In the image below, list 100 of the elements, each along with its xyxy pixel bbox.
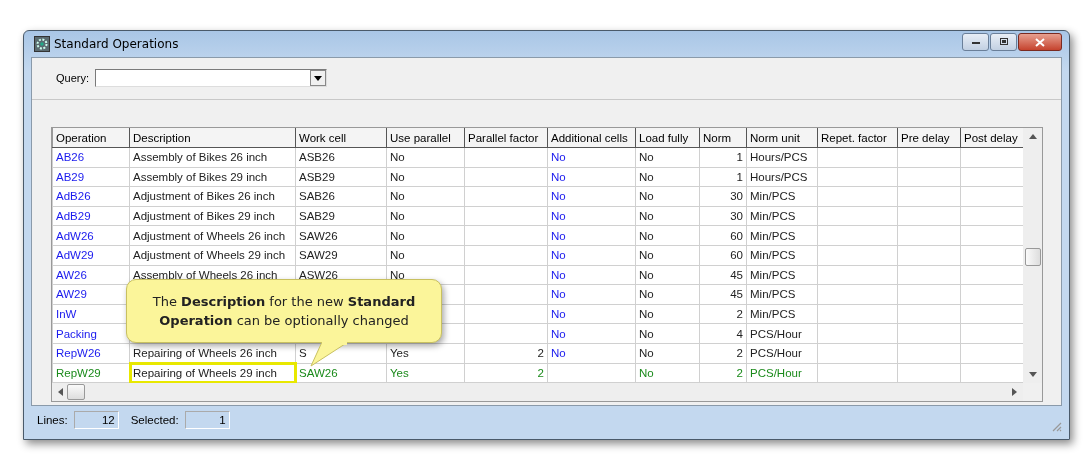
table-cell: SAW29 — [299, 249, 338, 262]
table-cell: No — [551, 347, 566, 360]
table-cell: No — [639, 308, 654, 321]
table-cell: Assembly of Wheels 26 inch — [133, 268, 278, 281]
selected-label: Selected: — [130, 414, 179, 426]
table-cell: Min/PCS — [750, 190, 796, 203]
table-cell: AdB29 — [56, 210, 91, 223]
table-cell: AdW29 — [56, 249, 94, 262]
table-cell: Adjustment of Wheels 26 inch — [133, 229, 286, 242]
table-cell: ASW26 — [299, 268, 338, 281]
vertical-scrollbar[interactable] — [1023, 128, 1042, 384]
table-cell: Min/PCS — [750, 210, 796, 223]
table-cell: No — [639, 366, 654, 379]
column-header[interactable]: Norm unit — [746, 128, 818, 148]
table-cell: No — [639, 288, 654, 301]
table-cell: Min/PCS — [750, 249, 796, 262]
table-cell: Min/PCS — [750, 229, 796, 242]
table-cell: ASB29 — [299, 170, 335, 183]
table-cell: Adjustment of Bikes 29 inch — [133, 210, 275, 223]
table-cell: 2 — [736, 366, 743, 379]
table-cell: Hours/PCS — [750, 151, 808, 164]
table-cell: 45 — [730, 288, 743, 301]
column-header[interactable]: Work cell — [295, 128, 387, 148]
scroll-down-icon — [1028, 372, 1037, 378]
table-cell: SAB29 — [299, 210, 335, 223]
table-cell: 30 — [730, 190, 743, 203]
column-header[interactable]: Post delay — [960, 128, 1024, 148]
column-header[interactable]: Additional cells — [547, 128, 636, 148]
table-cell: S — [299, 347, 307, 360]
table-cell: Assembly of Bikes 26 inch — [133, 151, 268, 164]
table-cell: Packing — [56, 327, 97, 340]
table-cell: No — [551, 210, 566, 223]
table-row[interactable]: AdW29 Adjustment of Wheels 29 inch SAW29 No No No 60 Min/PCS — [52, 245, 1024, 266]
column-header[interactable]: Pre delay — [897, 128, 961, 148]
table-cell: No — [551, 308, 566, 321]
table-cell: Adjustment of Bikes 26 inch — [133, 190, 275, 203]
scrollbar-thumb[interactable] — [67, 384, 85, 401]
table-cell: PCS/Hour — [750, 327, 802, 340]
table-cell: SAW26 — [299, 229, 338, 242]
table-row[interactable]: RepW29 Repairing of Wheels 29 inch SAW26 Yes 2 No 2 PCS/Hour — [52, 363, 1024, 383]
table-cell: Adjustment of Wheels 29 inch — [133, 249, 286, 262]
table-cell: RepW26 — [56, 347, 101, 360]
table-cell: No — [390, 268, 405, 281]
maximize-button[interactable] — [990, 33, 1017, 51]
minimize-button[interactable] — [962, 33, 989, 51]
table-cell: Assembly of Bikes 29 inch — [133, 170, 268, 183]
table-cell: InW — [56, 308, 77, 321]
table-cell: SAB26 — [299, 190, 335, 203]
column-header[interactable]: Operation — [52, 128, 130, 148]
table-cell: Hours/PCS — [750, 170, 808, 183]
table-cell: No — [390, 210, 405, 223]
column-header[interactable]: Use parallel — [386, 128, 465, 148]
column-header[interactable]: Parallel factor — [464, 128, 548, 148]
table-row[interactable]: AB26 Assembly of Bikes 26 inch ASB26 No No No 1 Hours/PCS — [52, 147, 1024, 168]
table-cell: No — [551, 229, 566, 242]
table-cell: PCS/Hour — [750, 347, 802, 360]
table-cell: 1 — [736, 151, 743, 164]
table-cell: 2 — [736, 347, 743, 360]
table-cell: No — [639, 268, 654, 281]
table-cell: 60 — [730, 249, 743, 262]
table-row[interactable]: AdW26 Adjustment of Wheels 26 inch SAW26 No No No 60 Min/PCS — [52, 225, 1024, 246]
selected-count: 1 — [184, 411, 230, 429]
table-cell: No — [390, 170, 405, 183]
table-row[interactable]: AB29 Assembly of Bikes 29 inch ASB29 No No No 1 Hours/PCS — [52, 167, 1024, 187]
table-cell: No — [551, 190, 566, 203]
column-header[interactable]: Repet. factor — [817, 128, 898, 148]
gear-icon — [34, 36, 50, 52]
table-cell: Min/PCS — [750, 268, 796, 281]
table-cell: AW29 — [56, 288, 87, 301]
table-cell: SAW26 — [299, 366, 338, 379]
scrollbar-thumb[interactable] — [1025, 248, 1041, 266]
table-cell: No — [639, 151, 654, 164]
table-cell: No — [639, 229, 654, 242]
table-cell: 45 — [730, 268, 743, 281]
table-cell: Min/PCS — [750, 308, 796, 321]
query-label: Query: — [56, 72, 89, 84]
table-cell: Min/PCS — [750, 288, 796, 301]
table-row[interactable]: AdB26 Adjustment of Bikes 26 inch SAB26 No No No 30 Min/PCS — [52, 186, 1024, 207]
table-cell: AdB26 — [56, 190, 91, 203]
close-icon — [1035, 37, 1045, 47]
table-cell: AB29 — [56, 170, 85, 183]
column-header[interactable]: Load fully — [635, 128, 700, 148]
query-dropdown[interactable] — [95, 69, 327, 87]
table-row[interactable]: AdB29 Adjustment of Bikes 29 inch SAB29 No No No 30 Min/PCS — [52, 206, 1024, 226]
column-header[interactable]: Norm — [699, 128, 747, 148]
window-title: Standard Operations — [54, 37, 179, 51]
close-button[interactable] — [1018, 33, 1062, 51]
table-cell: No — [639, 347, 654, 360]
table-cell: No — [551, 327, 566, 340]
column-header[interactable]: Description — [129, 128, 296, 148]
scroll-right-icon — [1012, 388, 1017, 397]
table-cell: No — [551, 170, 566, 183]
table-cell: No — [390, 151, 405, 164]
table-cell: 2 — [537, 347, 544, 360]
resize-grip-icon — [1050, 420, 1062, 432]
table-cell: RepW29 — [56, 366, 101, 379]
lines-label: Lines: — [37, 414, 68, 426]
scroll-up-icon — [1028, 134, 1037, 139]
table-cell: No — [390, 249, 405, 262]
table-cell: No — [551, 288, 566, 301]
